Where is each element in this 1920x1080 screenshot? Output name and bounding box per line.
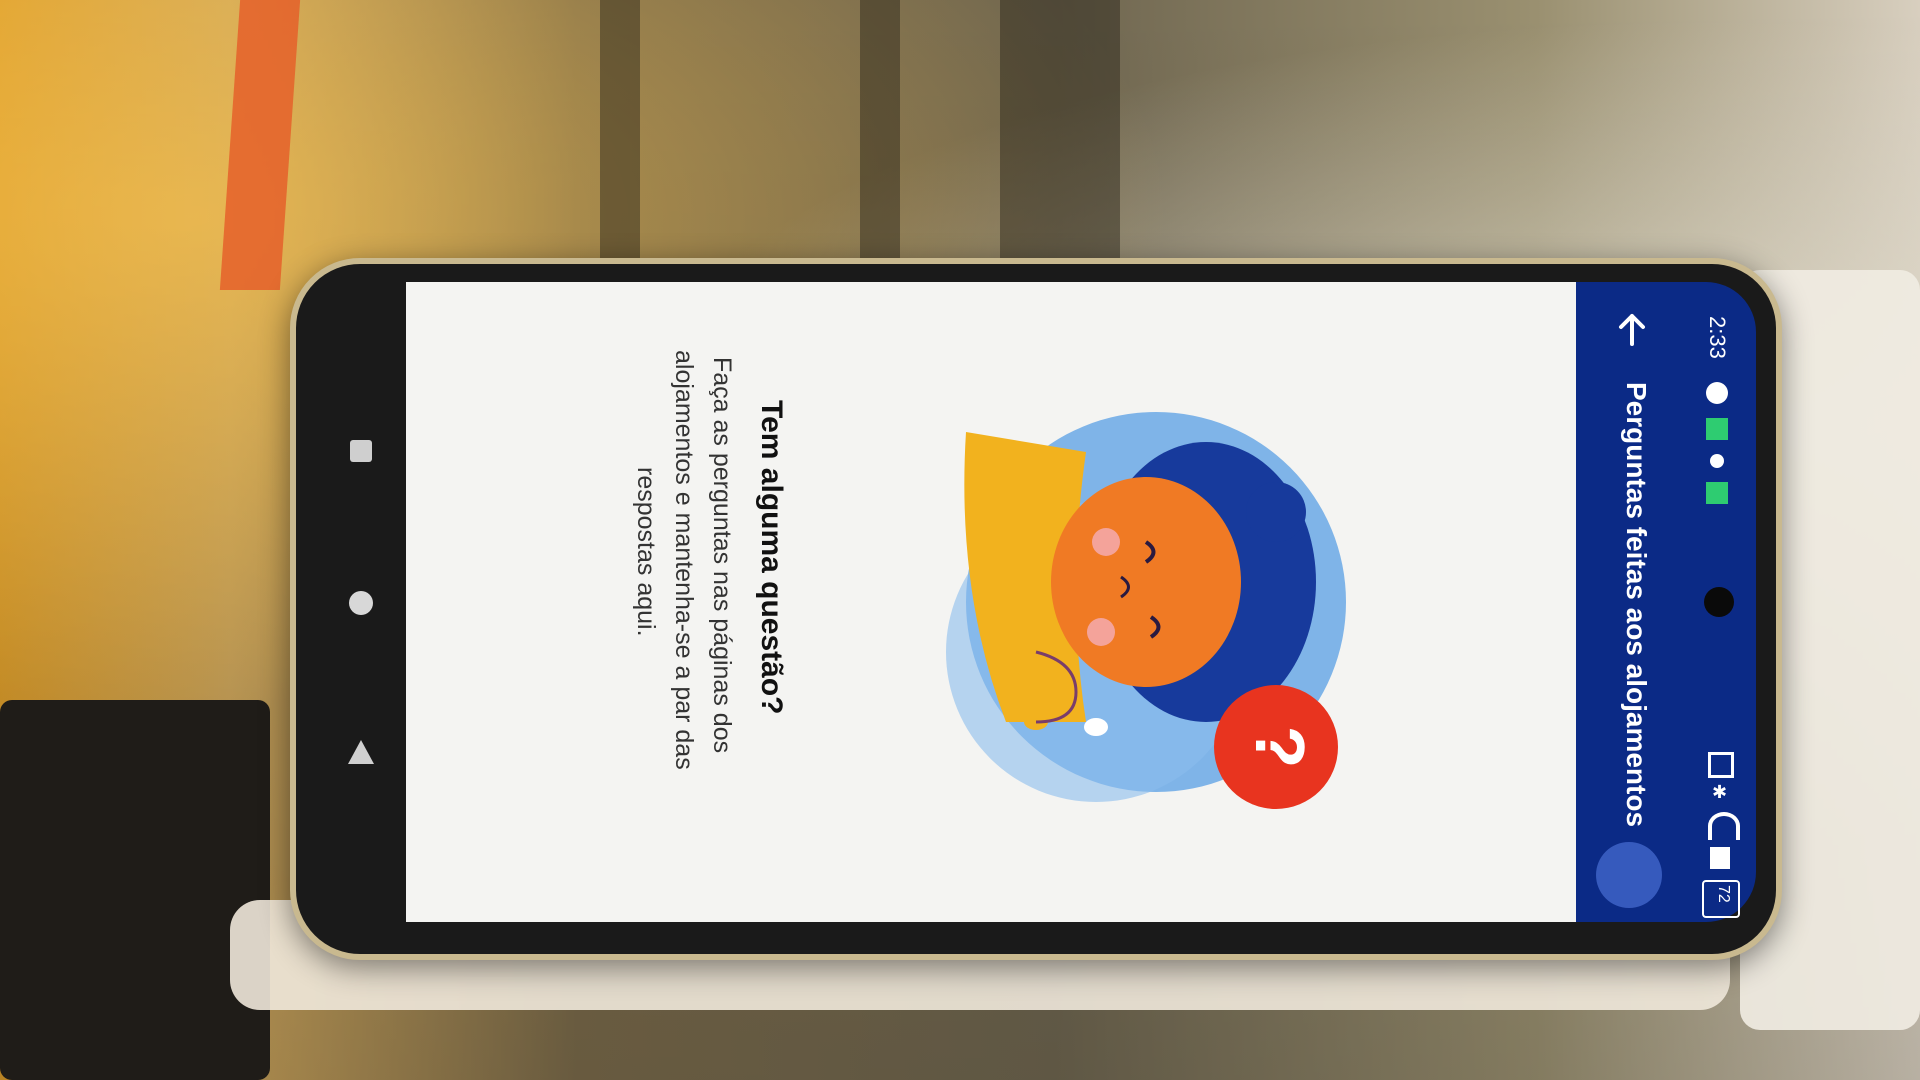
battery-level: 72: [1715, 885, 1732, 903]
battery-indicator: 72: [1702, 880, 1740, 918]
arrow-left-icon[interactable]: [1612, 310, 1652, 350]
status-bar: 2:33 ✱ 72: [1686, 282, 1756, 922]
app-screen: ? Tem alguma questão? Faça as perguntas …: [406, 282, 1576, 922]
bluetooth-icon: ✱: [1712, 782, 1728, 802]
background-shelf: [860, 0, 900, 260]
status-time: 2:33: [1705, 316, 1730, 359]
back-nav-button[interactable]: [344, 736, 378, 770]
phone-device: ? Tem alguma questão? Faça as perguntas …: [290, 258, 1782, 960]
empty-state-body-line: Faça as perguntas nas páginas dos: [708, 357, 736, 754]
question-illustration: ?: [946, 412, 1346, 809]
android-nav-bar: [316, 274, 406, 934]
background-shelf: [1000, 0, 1120, 260]
page-title: Perguntas feitas aos alojamentos: [1621, 382, 1652, 828]
phone-stand-dark: [0, 700, 270, 1080]
empty-state: ? Tem alguma questão? Faça as perguntas …: [406, 282, 1576, 922]
background-shelf: [600, 0, 640, 260]
empty-state-body-line: respostas aqui.: [632, 467, 660, 637]
notification-icons: [1706, 382, 1734, 522]
recents-button[interactable]: [344, 434, 378, 468]
svg-text:?: ?: [1241, 726, 1319, 769]
floating-bubble[interactable]: [1596, 842, 1662, 908]
app-bar: Perguntas feitas aos alojamentos: [1576, 282, 1686, 922]
wifi-icon: [1708, 812, 1740, 840]
front-camera: [1704, 587, 1734, 617]
no-sim-icon: [1710, 847, 1730, 869]
nfc-icon: [1708, 752, 1734, 778]
empty-state-body-line: alojamentos e mantenha-se a par das: [670, 350, 698, 770]
home-button[interactable]: [344, 586, 378, 620]
empty-state-heading: Tem alguma questão?: [755, 400, 788, 715]
